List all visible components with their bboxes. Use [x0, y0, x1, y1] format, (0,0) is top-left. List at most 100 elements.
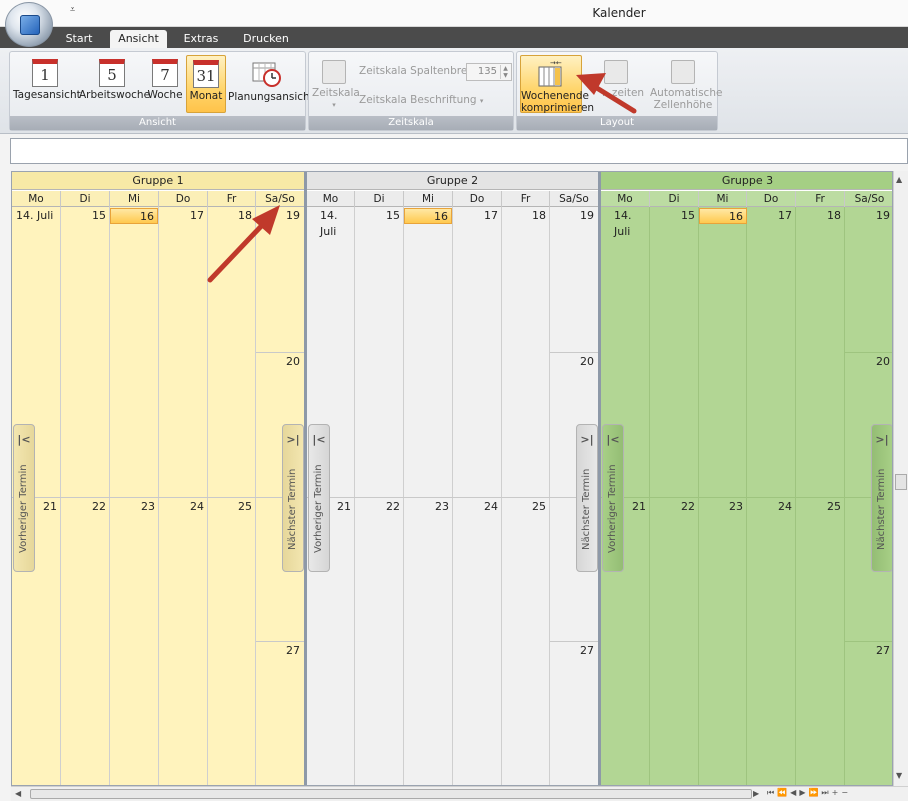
next-appointment-label: Nächster Termin [876, 468, 887, 550]
tab-drucken[interactable]: Drucken [237, 30, 295, 48]
day-number[interactable]: 22 [62, 499, 109, 515]
day-number[interactable]: 14. Juli [317, 208, 355, 238]
calendar-month-view: Gruppe 1 Mo Di Mi Do Fr Sa/So 14. Juli 1… [11, 171, 893, 786]
tagesansicht-button[interactable]: 1 Tagesansicht [13, 55, 81, 113]
week-divider [601, 497, 892, 498]
vertical-scrollbar[interactable]: ▲ ▼ [893, 171, 908, 786]
day-number[interactable]: 23 [700, 499, 746, 515]
scroll-thumb[interactable] [895, 474, 907, 490]
monat-label: Monat [189, 90, 223, 102]
day-number[interactable]: 22 [356, 499, 403, 515]
automatische-zellenhoehe-button[interactable]: Automatische Zellenhöhe [650, 55, 722, 113]
arbeitswoche-button[interactable]: 5 Arbeitswoche [79, 55, 150, 113]
beschriftung-label: Zeitskala Beschriftung [359, 94, 477, 106]
resource-bar[interactable] [10, 138, 908, 164]
next-appointment-label: Nächster Termin [287, 468, 298, 550]
day-number[interactable]: 14. Juli [13, 208, 60, 224]
day-number[interactable]: 15 [651, 208, 698, 224]
tagesansicht-label: Tagesansicht [13, 89, 81, 101]
group-panel-3: Gruppe 3 Mo Di Mi Do Fr Sa/So 14. Juli 1… [601, 172, 892, 785]
tab-start[interactable]: Start [58, 30, 100, 48]
group-body-1[interactable]: 14. Juli 15 16 17 18 19 20 21 22 23 24 2… [12, 207, 304, 785]
day-header-saso: Sa/So [854, 193, 885, 205]
horizontal-scroll-thumb[interactable] [30, 789, 752, 799]
week-divider [307, 497, 598, 498]
dropdown-arrow-icon: ▾ [332, 101, 336, 109]
day-number[interactable]: 17 [454, 208, 501, 224]
day-number[interactable]: 20 [551, 354, 597, 370]
ribbon: 1 Tagesansicht 5 Arbeitswoche 7 Woche 31… [0, 48, 908, 134]
day-number[interactable]: 19 [551, 208, 597, 224]
day-number[interactable]: 20 [846, 354, 892, 370]
day-number[interactable]: 24 [748, 499, 795, 515]
day-number[interactable]: 27 [551, 643, 597, 659]
prev-appointment-button[interactable]: |< Vorheriger Termin [308, 424, 330, 572]
day-header-mo: Mo [307, 191, 355, 207]
next-appointment-button[interactable]: >| Nächster Termin [871, 424, 892, 572]
day-number[interactable]: 25 [503, 499, 549, 515]
day-number[interactable]: 18 [797, 208, 844, 224]
scroll-down-icon[interactable]: ▼ [896, 771, 902, 780]
spaltenbreite-value: 135 [477, 66, 497, 77]
day-number-today[interactable]: 16 [404, 208, 452, 224]
day-number[interactable]: 18 [503, 208, 549, 224]
day-number[interactable]: 20 [257, 354, 303, 370]
scroll-up-icon[interactable]: ▲ [896, 175, 902, 184]
day-number[interactable]: 24 [160, 499, 207, 515]
spinner-arrows-icon[interactable]: ▲ ▼ [500, 65, 510, 79]
svg-text:→←: →← [550, 59, 562, 67]
prev-appointment-button[interactable]: |< Vorheriger Termin [602, 424, 624, 572]
prev-appointment-label: Vorheriger Termin [18, 464, 29, 554]
day-number-today[interactable]: 16 [110, 208, 158, 224]
day-number[interactable]: 23 [111, 499, 158, 515]
application-menu-button[interactable] [5, 2, 53, 47]
day-number[interactable]: 25 [797, 499, 844, 515]
annotation-arrow-icon [207, 205, 280, 283]
next-appointment-button[interactable]: >| Nächster Termin [576, 424, 598, 572]
next-icon: >| [580, 433, 594, 446]
day-number[interactable]: 25 [209, 499, 255, 515]
next-icon: >| [286, 433, 300, 446]
planungsansicht-button[interactable]: Planungsansicht [228, 55, 314, 113]
scroll-right-icon[interactable]: ▶ [753, 789, 759, 798]
day-number[interactable]: 27 [846, 643, 892, 659]
group-body-2[interactable]: 14. Juli 15 16 17 18 19 20 21 22 23 24 2… [307, 207, 598, 785]
day-number[interactable]: 22 [651, 499, 698, 515]
monat-button[interactable]: 31 Monat [186, 55, 226, 113]
dropdown-arrow-icon: ▾ [479, 97, 484, 105]
prev-appointment-button[interactable]: |< Vorheriger Termin [13, 424, 35, 572]
autozelle-label-2: Zellenhöhe [653, 99, 713, 111]
day-number[interactable]: 15 [62, 208, 109, 224]
day-number[interactable]: 23 [405, 499, 452, 515]
scroll-left-icon[interactable]: ◀ [15, 789, 21, 798]
ribbon-group-ansicht: 1 Tagesansicht 5 Arbeitswoche 7 Woche 31… [9, 51, 314, 131]
day-number[interactable]: 15 [356, 208, 403, 224]
next-appointment-label: Nächster Termin [581, 468, 592, 550]
day-number-today[interactable]: 16 [699, 208, 747, 224]
group-body-3[interactable]: 14. Juli 15 16 17 18 19 20 21 22 23 24 2… [601, 207, 892, 785]
tab-ansicht[interactable]: Ansicht [110, 30, 167, 48]
day-header-do: Do [747, 191, 796, 207]
next-appointment-button[interactable]: >| Nächster Termin [282, 424, 304, 572]
group-header-3: Gruppe 3 [601, 172, 892, 190]
day-number[interactable]: 14. Juli [611, 208, 650, 238]
zeitskala-button[interactable]: Zeitskala ▾ [312, 55, 360, 113]
ribbon-group-zeitskala: Zeitskala ▾ Zeitskala Spaltenbreite 135 … [308, 51, 514, 131]
horizontal-scrollbar[interactable]: ◀ ▶ ⏮⏪◀▶⏩⏭+− [11, 786, 908, 801]
day-number[interactable]: 17 [748, 208, 795, 224]
planungsansicht-label: Planungsansicht [228, 91, 314, 103]
weekend-divider [550, 641, 598, 642]
timescale-icon [322, 60, 346, 84]
woche-button[interactable]: 7 Woche [147, 55, 183, 113]
day-number[interactable]: 27 [257, 643, 303, 659]
spaltenbreite-spinner[interactable]: 135 ▲ ▼ [466, 63, 512, 81]
day-number[interactable]: 19 [846, 208, 892, 224]
day-number[interactable]: 24 [454, 499, 501, 515]
calendar-day-icon: 1 [32, 59, 58, 87]
day-header-di: Di [650, 191, 699, 207]
day-header-mi: Mi [110, 191, 159, 207]
tab-extras[interactable]: Extras [177, 30, 225, 48]
title-bar: ⩡ Kalender [0, 0, 908, 27]
beschriftung-dropdown[interactable]: Zeitskala Beschriftung ▾ [359, 94, 483, 106]
navigation-buttons[interactable]: ⏮⏪◀▶⏩⏭+− [767, 788, 851, 798]
